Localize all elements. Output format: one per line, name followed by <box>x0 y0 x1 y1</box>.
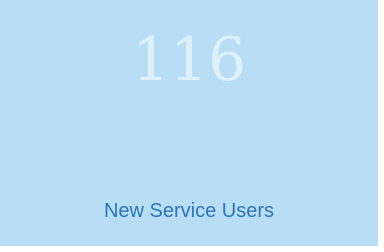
stat-tile: 116 New Service Users <box>0 0 384 252</box>
stat-label: New Service Users <box>103 200 275 222</box>
stat-value: 116 <box>131 25 247 95</box>
